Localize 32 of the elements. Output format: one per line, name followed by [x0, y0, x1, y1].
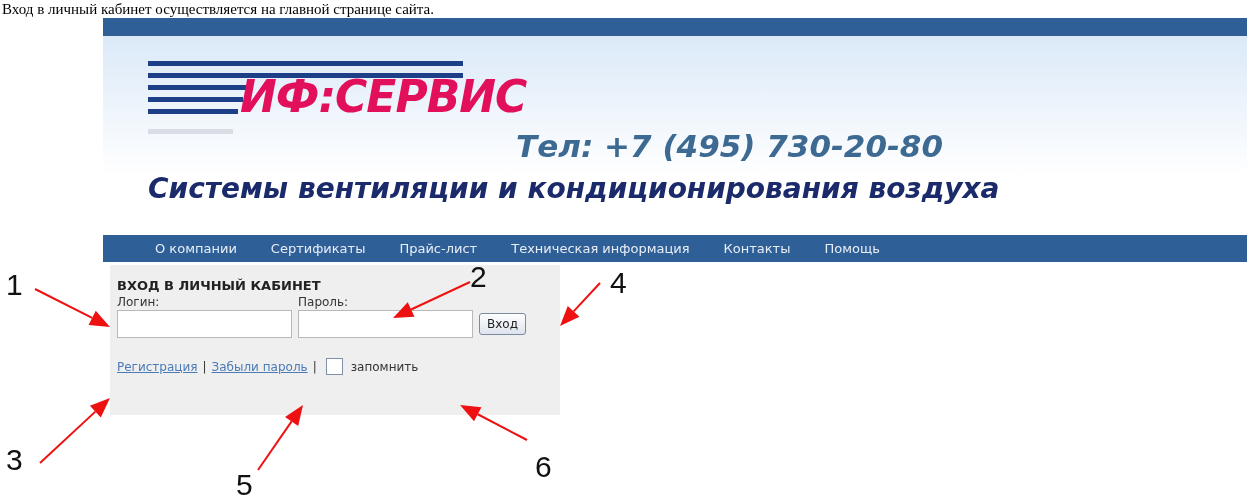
nav-link[interactable]: Помощь [824, 241, 880, 256]
nav-link[interactable]: Прайс-лист [399, 241, 478, 256]
arrow [257, 405, 303, 471]
login-button[interactable]: Вход [479, 313, 526, 335]
nav-link[interactable]: Сертификаты [270, 241, 366, 256]
arrow [39, 398, 110, 464]
password-label: Пароль: [298, 295, 350, 309]
caption-text: Вход в личный кабинет осуществляется на главной странице сайта. [1, 0, 435, 18]
annotation-number: 2 [470, 262, 487, 292]
annotation-number: 5 [236, 470, 253, 500]
nav-link[interactable]: О компании [155, 241, 237, 256]
separator-text: | [202, 359, 207, 374]
forgot-password-link[interactable]: Забыли пароль [211, 359, 308, 374]
phone-number: Тел: +7 (495) 730-20-80 [516, 128, 943, 164]
login-field[interactable] [117, 310, 292, 338]
nav-link[interactable]: Контакты [723, 241, 791, 256]
remember-label: запомнить [350, 359, 419, 374]
login-label: Логин: [117, 295, 161, 309]
separator-text: | [312, 359, 317, 374]
arrow [560, 282, 601, 326]
logo-text: ИФ:СЕРВИС [240, 71, 527, 122]
register-link[interactable]: Регистрация [117, 359, 198, 374]
annotation-number: 4 [610, 268, 627, 298]
nav-link[interactable]: Техническая информация [511, 241, 690, 256]
password-field[interactable] [298, 310, 473, 338]
annotation-number: 1 [6, 270, 23, 300]
remember-checkbox[interactable] [325, 358, 343, 375]
login-title: ВХОД В ЛИЧНЫЙ КАБИНЕТ [117, 278, 322, 293]
annotation-number: 3 [6, 445, 23, 475]
arrow [460, 405, 528, 441]
annotation-number: 6 [535, 452, 552, 482]
tagline: Системы вентиляции и кондиционирования воздуха [148, 172, 1001, 205]
